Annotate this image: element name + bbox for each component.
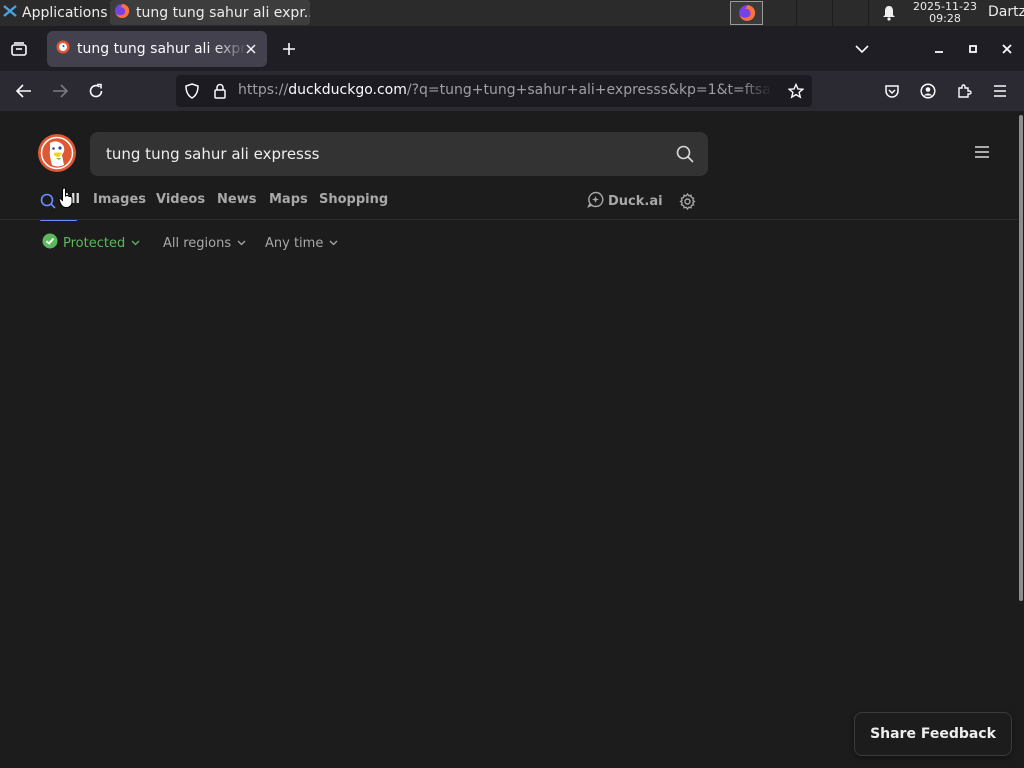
url-prefix: https://: [238, 82, 289, 98]
scrollbar-thumb[interactable]: [1019, 115, 1023, 601]
chevron-down-icon: [328, 238, 338, 248]
notification-bell-icon[interactable]: [880, 4, 898, 22]
protected-label: Protected: [63, 235, 126, 251]
settings-gear-icon[interactable]: [678, 192, 696, 210]
xfce-logo-icon: [2, 3, 18, 23]
applications-menu[interactable]: Applications ⋮: [2, 3, 126, 23]
tray-separator: [868, 0, 869, 26]
chevron-down-icon: [130, 238, 140, 248]
applications-label: Applications: [22, 5, 108, 21]
minimize-window-icon[interactable]: [929, 39, 949, 59]
tab-title: tung tung sahur ali expresss: [77, 41, 247, 57]
search-query[interactable]: tung tung sahur ali expresss: [106, 145, 320, 163]
mouse-hand-cursor-icon: [58, 187, 74, 209]
tray-separator: [832, 0, 833, 26]
system-clock[interactable]: 2025-11-23 09:28: [908, 1, 982, 25]
list-all-tabs-chevron-icon[interactable]: [852, 39, 872, 59]
tracking-protection-shield-icon[interactable]: [182, 81, 202, 101]
duck-ai-chat-icon: [587, 191, 604, 212]
clock-time: 09:28: [929, 12, 961, 25]
tray-separator: [796, 0, 797, 26]
firefox-icon: [114, 3, 130, 23]
tab-maps[interactable]: Maps: [269, 192, 308, 207]
app-menu-hamburger-icon[interactable]: [990, 81, 1010, 101]
chevron-down-icon: [236, 238, 246, 248]
extensions-icon[interactable]: [954, 81, 974, 101]
tab-active[interactable]: tung tung sahur ali expresss: [47, 31, 267, 67]
tab-all[interactable]: All: [40, 187, 80, 221]
tab-shopping[interactable]: Shopping: [319, 192, 388, 207]
tab-videos[interactable]: Videos: [156, 192, 205, 207]
region-label: All regions: [163, 235, 232, 251]
url-domain: duckduckgo.com: [288, 82, 407, 98]
lock-icon[interactable]: [210, 81, 230, 101]
forward-arrow-icon[interactable]: [50, 81, 70, 101]
safe-search-protected-dropdown[interactable]: Protected: [42, 233, 140, 253]
close-window-icon[interactable]: [997, 39, 1017, 59]
url-bar[interactable]: https://duckduckgo.com/?q=tung+tung+sahu…: [176, 75, 812, 107]
maximize-window-icon[interactable]: [963, 39, 983, 59]
pocket-icon[interactable]: [882, 81, 902, 101]
account-icon[interactable]: [918, 81, 938, 101]
header-divider: [0, 219, 1018, 220]
duckduckgo-logo[interactable]: [37, 133, 77, 173]
time-label: Any time: [265, 235, 324, 251]
duck-ai-link[interactable]: Duck.ai: [587, 190, 663, 212]
search-small-icon: [40, 193, 56, 213]
duckduckgo-favicon-icon: [56, 40, 70, 58]
tab-news[interactable]: News: [217, 192, 256, 207]
search-icon[interactable]: [674, 143, 696, 165]
url-text[interactable]: https://duckduckgo.com/?q=tung+tung+sahu…: [238, 82, 772, 98]
check-circle-icon: [42, 233, 58, 253]
taskbar-firefox-window[interactable]: tung tung sahur ali expr...: [110, 0, 310, 25]
browser-navigation-bar: https://duckduckgo.com/?q=tung+tung+sahu…: [0, 71, 1024, 111]
firefox-view-icon[interactable]: [8, 38, 30, 60]
new-tab-plus-icon[interactable]: [280, 40, 298, 58]
back-arrow-icon[interactable]: [14, 81, 34, 101]
region-dropdown[interactable]: All regions: [163, 233, 246, 253]
page-scrollbar[interactable]: [1018, 111, 1024, 768]
tab-close-icon[interactable]: [243, 41, 259, 57]
url-path: /?q=tung+tung+sahur+ali+expresss&kp=1&t=…: [406, 82, 772, 98]
tray-firefox-icon[interactable]: [730, 1, 763, 25]
duckduckgo-results-page: tung tung sahur ali expresss All Images …: [0, 111, 1024, 768]
user-menu[interactable]: Dartz: [988, 4, 1024, 20]
bookmark-star-icon[interactable]: [786, 81, 806, 101]
tab-images[interactable]: Images: [93, 192, 146, 207]
search-input[interactable]: tung tung sahur ali expresss: [90, 132, 708, 176]
time-dropdown[interactable]: Any time: [265, 233, 338, 253]
browser-tab-strip: tung tung sahur ali expresss: [0, 26, 1024, 71]
duck-ai-label: Duck.ai: [608, 193, 663, 209]
os-taskbar: Applications ⋮ tung tung sahur ali expr.…: [0, 0, 1024, 26]
site-menu-hamburger-icon[interactable]: [972, 142, 992, 162]
share-feedback-button[interactable]: Share Feedback: [854, 712, 1012, 756]
reload-icon[interactable]: [86, 81, 106, 101]
taskbar-window-title: tung tung sahur ali expr...: [136, 4, 310, 21]
